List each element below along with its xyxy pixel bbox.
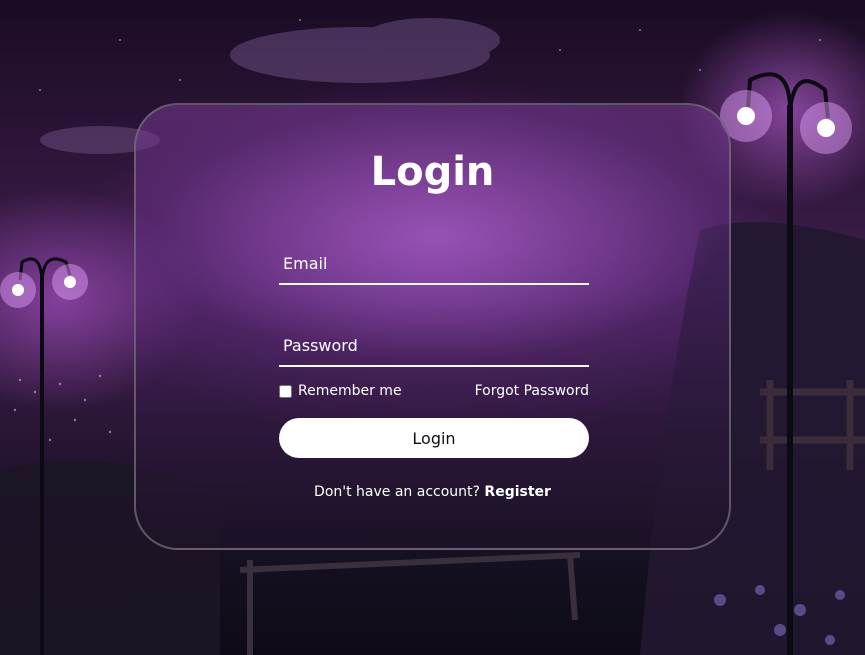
city-lights (13, 374, 112, 442)
register-prompt: Don't have an account? Register (136, 484, 729, 500)
forgot-password-link[interactable]: Forgot Password (475, 383, 589, 399)
password-input[interactable] (279, 325, 589, 365)
bench (239, 552, 581, 655)
password-field-container (279, 325, 589, 367)
register-link[interactable]: Register (484, 484, 551, 500)
login-card: Login Remember me Forgot Password Login … (134, 103, 731, 550)
email-input[interactable] (279, 243, 589, 283)
login-button[interactable]: Login (279, 418, 589, 458)
login-title: Login (370, 149, 495, 195)
remember-forgot-row: Remember me Forgot Password (279, 382, 589, 404)
remember-me-checkbox[interactable] (279, 385, 292, 398)
remember-me-label[interactable]: Remember me (298, 383, 402, 399)
email-field-container (279, 243, 589, 285)
no-account-text: Don't have an account? (314, 484, 485, 500)
